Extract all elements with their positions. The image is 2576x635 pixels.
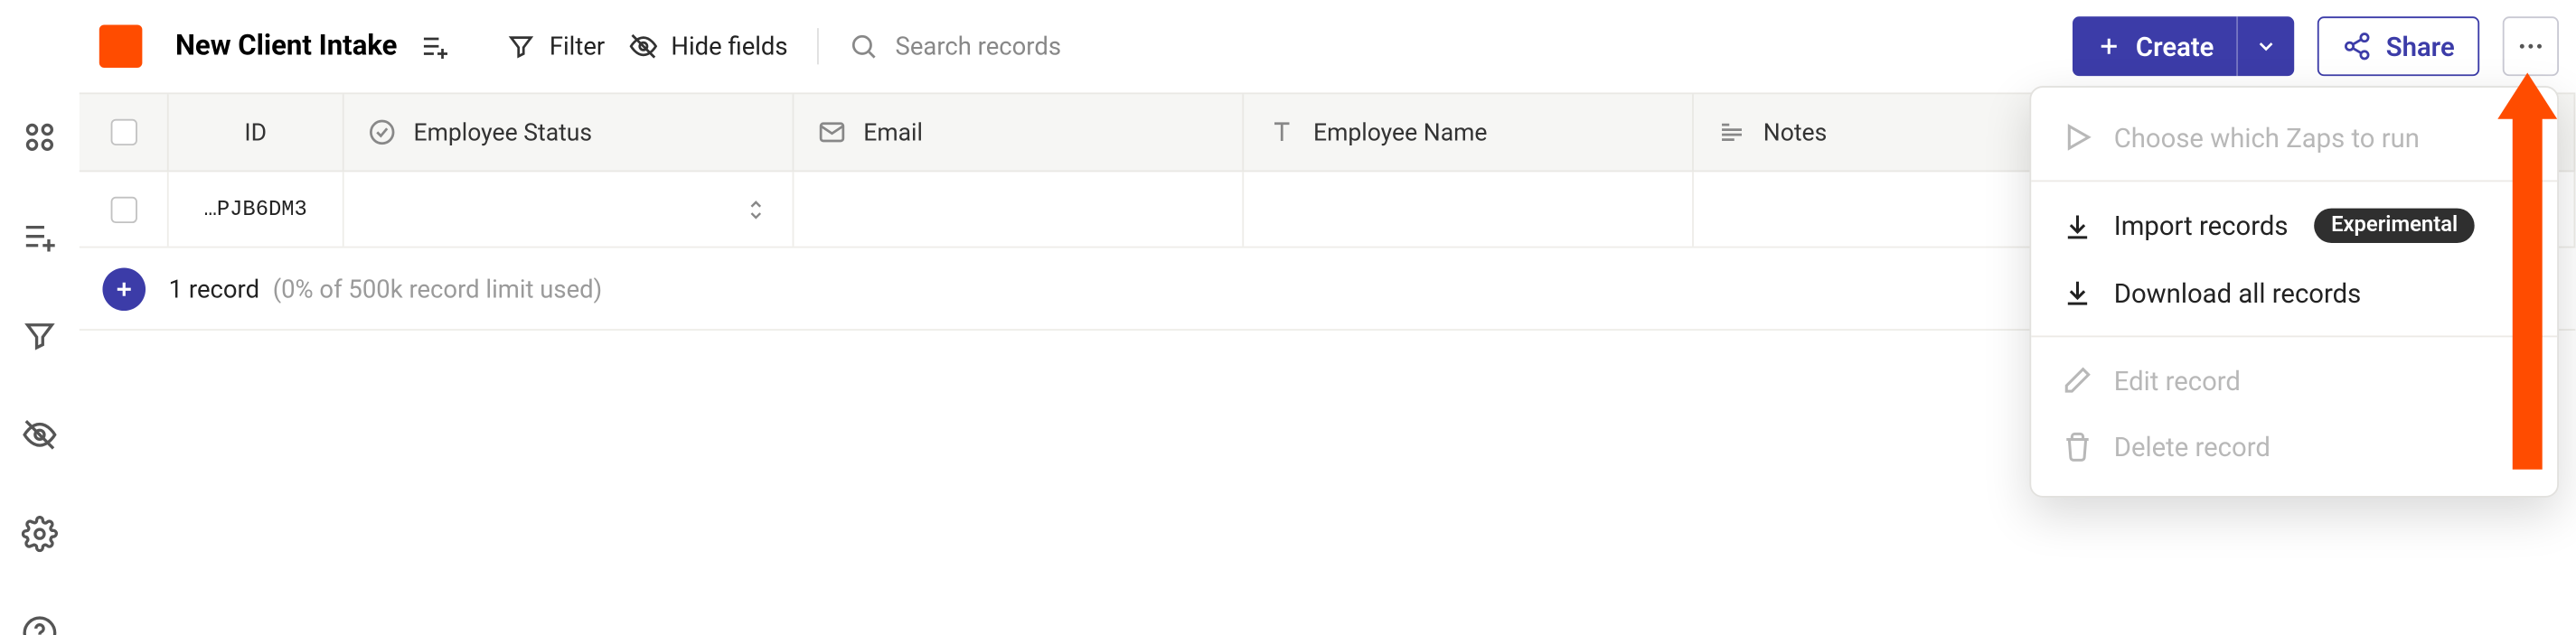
trash-icon bbox=[2061, 430, 2094, 463]
col-email[interactable]: Email bbox=[794, 94, 1244, 170]
experimental-badge: Experimental bbox=[2315, 209, 2475, 243]
run-icon bbox=[2061, 121, 2094, 154]
menu-divider bbox=[2031, 335, 2557, 337]
ellipsis-icon bbox=[2515, 32, 2545, 61]
filter-button[interactable]: Filter bbox=[506, 32, 605, 61]
col-employee-status[interactable]: Employee Status bbox=[344, 94, 794, 170]
menu-download-records[interactable]: Download all records bbox=[2031, 259, 2557, 325]
row-status-cell[interactable] bbox=[344, 172, 794, 246]
checkbox-icon bbox=[110, 196, 136, 222]
share-label: Share bbox=[2386, 31, 2455, 62]
menu-delete-record: Delete record bbox=[2031, 414, 2557, 480]
filter-label: Filter bbox=[550, 32, 605, 61]
hide-fields-button[interactable]: Hide fields bbox=[628, 32, 788, 61]
row-id-cell[interactable]: …PJB6DM3 bbox=[169, 172, 344, 246]
search-placeholder: Search records bbox=[896, 32, 1061, 61]
search-icon bbox=[849, 32, 879, 61]
settings-rail-icon[interactable] bbox=[22, 516, 58, 552]
download-icon bbox=[2061, 276, 2094, 310]
col-employee-name[interactable]: Employee Name bbox=[1244, 94, 1694, 170]
share-icon bbox=[2343, 32, 2373, 61]
longtext-field-icon bbox=[1717, 117, 1747, 147]
row-name-cell[interactable] bbox=[1244, 172, 1694, 246]
create-dropdown-toggle[interactable] bbox=[2237, 16, 2295, 76]
status-field-icon bbox=[367, 117, 397, 147]
record-limit: (0% of 500k record limit used) bbox=[273, 274, 603, 303]
menu-edit-record: Edit record bbox=[2031, 347, 2557, 413]
table-title: New Client Intake bbox=[175, 30, 397, 63]
select-caret-icon bbox=[743, 196, 769, 222]
row-checkbox-cell[interactable] bbox=[80, 172, 169, 246]
left-rail bbox=[0, 0, 80, 635]
row-email-cell[interactable] bbox=[794, 172, 1244, 246]
menu-choose-zaps: Choose which Zaps to run bbox=[2031, 104, 2557, 170]
share-button[interactable]: Share bbox=[2318, 16, 2479, 76]
add-record-button[interactable] bbox=[102, 267, 146, 311]
menu-divider bbox=[2031, 180, 2557, 182]
hide-rail-icon[interactable] bbox=[22, 416, 58, 453]
annotation-arrow bbox=[2513, 73, 2543, 470]
help-rail-icon[interactable] bbox=[22, 615, 58, 635]
views-icon[interactable] bbox=[22, 119, 58, 155]
email-field-icon bbox=[817, 117, 847, 147]
select-all-header[interactable] bbox=[80, 94, 169, 170]
col-id[interactable]: ID bbox=[169, 94, 344, 170]
menu-import-records[interactable]: Import records Experimental bbox=[2031, 191, 2557, 259]
import-icon bbox=[2061, 209, 2094, 242]
hide-fields-label: Hide fields bbox=[671, 32, 787, 61]
more-menu-dropdown: Choose which Zaps to run Import records … bbox=[2029, 86, 2559, 498]
plus-icon bbox=[2096, 33, 2122, 60]
edit-icon bbox=[2061, 364, 2094, 397]
text-field-icon bbox=[1267, 117, 1297, 147]
checkbox-icon bbox=[110, 119, 136, 145]
app-logo bbox=[99, 24, 143, 68]
filter-rail-icon[interactable] bbox=[22, 317, 58, 353]
search-input[interactable]: Search records bbox=[849, 32, 1061, 61]
plus-icon bbox=[112, 277, 136, 301]
record-count: 1 record bbox=[169, 274, 259, 303]
toolbar-divider bbox=[818, 28, 820, 64]
create-button[interactable]: Create bbox=[2073, 16, 2295, 76]
add-field-icon[interactable] bbox=[22, 219, 58, 255]
create-label: Create bbox=[2136, 31, 2214, 62]
customize-view-button[interactable] bbox=[420, 32, 450, 61]
more-menu-button[interactable] bbox=[2503, 16, 2559, 76]
chevron-down-icon bbox=[2255, 34, 2279, 58]
toolbar: New Client Intake Filter Hide fields Sea… bbox=[80, 0, 2575, 92]
